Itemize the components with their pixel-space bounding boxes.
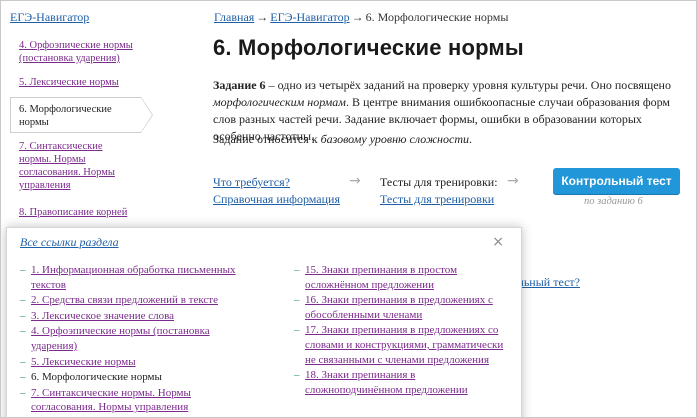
list-item-link[interactable]: 1. Информационная обработка письменных т… (31, 264, 236, 291)
popup-title-link[interactable]: Все ссылки раздела (20, 235, 119, 250)
list-item-link[interactable]: 17. Знаки препинания в предложениях со с… (305, 324, 503, 365)
page-frame: ЕГЭ-Навигатор 4. Орфоэпические нормы (по… (0, 0, 697, 418)
popup-left-column: –1. Информационная обработка письменных … (20, 263, 245, 416)
list-item: –3. Лексическое значение слова (20, 309, 175, 322)
section-links-popup: Все ссылки раздела × –1. Информационная … (6, 227, 522, 417)
control-test-question-link[interactable]: ольный тест? (512, 275, 580, 290)
list-item-link[interactable]: 15. Знаки препинания в простом осложнённ… (305, 264, 457, 291)
list-item-label: 6. Морфологические нормы (31, 371, 162, 384)
what-required-link[interactable]: Что требуется? (213, 175, 290, 190)
tests-link[interactable]: Тесты для тренировки (380, 192, 494, 207)
list-item: –17. Знаки препинания в предложениях со … (294, 324, 504, 366)
arrow-right-icon: → (507, 173, 519, 189)
page-title: 6. Морфологические нормы (213, 35, 524, 60)
list-item: –15. Знаки препинания в простом осложнён… (294, 264, 458, 291)
breadcrumb-current: 6. Морфологические нормы (365, 10, 509, 24)
reference-link[interactable]: Справочная информация (213, 192, 340, 207)
list-item: –16. Знаки препинания в предложениях с о… (294, 294, 493, 321)
list-item-link[interactable]: 16. Знаки препинания в предложениях с об… (305, 294, 493, 321)
list-item-link[interactable]: 18. Знаки препинания в сложноподчинённом… (305, 369, 468, 396)
sidebar-title-link[interactable]: ЕГЭ-Навигатор (10, 10, 89, 25)
level-paragraph: Задание относится к базовому уровню слож… (213, 132, 473, 146)
list-item-link[interactable]: 7. Синтаксические нормы. Нормы согласова… (31, 387, 191, 414)
control-test-caption: по заданию 6 (584, 196, 643, 207)
list-item-link[interactable]: 2. Средства связи предложений в тексте (31, 294, 218, 306)
list-item-current: –6. Морфологические нормы (20, 371, 162, 384)
control-test-button[interactable]: Контрольный тест (553, 168, 680, 194)
list-item-link[interactable]: 4. Орфоэпические нормы (постановка ударе… (31, 325, 210, 352)
list-item: –4. Орфоэпические нормы (постановка удар… (20, 325, 210, 352)
list-item: –7. Синтаксические нормы. Нормы согласов… (20, 386, 191, 414)
list-item: –18. Знаки препинания в сложноподчинённо… (294, 369, 468, 396)
list-item: –5. Лексические нормы (20, 355, 136, 368)
sidebar-item-4[interactable]: 4. Орфоэпические нормы (постановка ударе… (19, 39, 137, 65)
popup-right-column: –15. Знаки препинания в простом осложнён… (294, 263, 509, 398)
sidebar-item-8[interactable]: 8. Правописание корней (19, 206, 137, 219)
arrow-right-icon: → (349, 173, 361, 189)
breadcrumb: Главная → ЕГЭ-Навигатор → 6. Морфологические… (214, 10, 509, 24)
breadcrumb-home[interactable]: Главная (214, 10, 254, 24)
tests-label: Тесты для тренировки: (380, 175, 498, 189)
sidebar-item-7[interactable]: 7. Синтаксические нормы. Нормы согласова… (19, 140, 137, 192)
sidebar-item-6-active: 6. Морфологические нормы (10, 97, 153, 133)
list-item: –2. Средства связи предложений в тексте (20, 294, 218, 307)
list-item: –1. Информационная обработка письменных … (20, 264, 236, 291)
sidebar-item-5[interactable]: 5. Лексические нормы (19, 76, 137, 89)
sidebar: ЕГЭ-Навигатор 4. Орфоэпические нормы (по… (1, 1, 153, 231)
list-item-link[interactable]: 3. Лексическое значение слова (31, 310, 174, 322)
list-item-link[interactable]: 5. Лексические нормы (31, 356, 136, 368)
close-icon[interactable]: × (492, 234, 504, 250)
sidebar-item-label: 6. Морфологические нормы (19, 104, 112, 128)
breadcrumb-section[interactable]: ЕГЭ-Навигатор (270, 10, 349, 24)
